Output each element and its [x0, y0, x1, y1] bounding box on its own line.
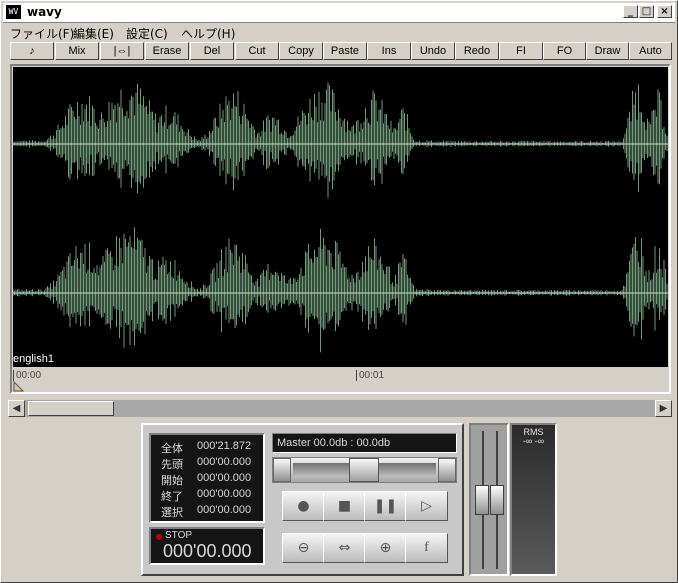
- info-label-start: 開始: [161, 474, 183, 487]
- menu-settings[interactable]: 設定(C): [126, 25, 168, 42]
- time-info-display: 全体 000'21.872 先頭 000'00.000 開始 000'00.00…: [149, 433, 265, 523]
- fade-out-button[interactable]: FO: [543, 42, 586, 60]
- info-label-total: 全体: [161, 442, 183, 455]
- slider-right-end[interactable]: [438, 458, 456, 482]
- paste-button[interactable]: Paste: [323, 42, 367, 60]
- time-mark-start: 00:00: [13, 370, 41, 381]
- note-button[interactable]: ♪: [10, 42, 54, 60]
- scroll-thumb[interactable]: [28, 401, 114, 416]
- status-indicator-icon: [156, 534, 162, 540]
- time-mark-1s: 00:01: [356, 370, 384, 381]
- info-value-selection: 000'00.000: [197, 504, 252, 516]
- minimize-button[interactable]: _: [623, 5, 638, 18]
- delete-button[interactable]: Del: [190, 42, 234, 60]
- window-title: wavy: [27, 5, 62, 19]
- toolbar: ♪ Mix |⇔| Erase Del Cut Copy Paste Ins U…: [10, 42, 672, 61]
- menu-edit[interactable]: 編集(E): [73, 25, 114, 42]
- waveform-view[interactable]: [13, 67, 668, 367]
- info-value-start: 000'00.000: [197, 472, 252, 484]
- transport-buttons-row: ● ■ ❚❚ ▷: [272, 491, 457, 523]
- function-button[interactable]: f: [405, 533, 448, 563]
- menu-bar: ファイル(F) 編集(E) 設定(C) ヘルプ(H): [3, 23, 675, 41]
- menu-help[interactable]: ヘルプ(H): [181, 25, 235, 42]
- info-label-selection: 選択: [161, 506, 183, 519]
- position-counter: STOP 000'00.000: [149, 527, 265, 565]
- scroll-right-icon[interactable]: ▶: [655, 400, 672, 417]
- redo-button[interactable]: Redo: [455, 42, 499, 60]
- mix-button[interactable]: Mix: [55, 42, 99, 60]
- erase-button[interactable]: Erase: [145, 42, 189, 60]
- slider-left-end[interactable]: [273, 458, 291, 482]
- slider-thumb[interactable]: [349, 458, 379, 482]
- fader-knob-left[interactable]: [475, 485, 489, 515]
- info-label-head: 先頭: [161, 458, 183, 471]
- undo-button[interactable]: Undo: [411, 42, 455, 60]
- zoom-buttons-row: ⊖ ⇔ ⊕ f: [272, 533, 457, 565]
- horizontal-scrollbar[interactable]: ◀ ▶: [8, 400, 672, 417]
- fit-view-button[interactable]: ⇔: [323, 533, 366, 563]
- insert-button[interactable]: Ins: [367, 42, 411, 60]
- track-label: english1: [13, 353, 54, 365]
- waveform-channel-left: [13, 82, 668, 198]
- waveform-svg: [13, 82, 668, 353]
- auto-button[interactable]: Auto: [629, 42, 672, 60]
- menu-file[interactable]: ファイル(F): [10, 25, 74, 42]
- info-value-total: 000'21.872: [197, 440, 252, 452]
- cut-button[interactable]: Cut: [235, 42, 279, 60]
- close-button[interactable]: ×: [657, 5, 672, 18]
- draw-button[interactable]: Draw: [586, 42, 629, 60]
- meter-values: -∞ -∞: [522, 436, 545, 446]
- fader-knob-right[interactable]: [490, 485, 504, 515]
- zoom-in-button[interactable]: ⊕: [364, 533, 407, 563]
- title-bar[interactable]: WV wavy _ □ ×: [3, 3, 675, 23]
- rms-meter: RMS -∞ -∞: [510, 423, 557, 576]
- info-label-end: 終了: [161, 490, 183, 503]
- waveform-channel-right: [13, 227, 668, 353]
- info-value-head: 000'00.000: [197, 456, 252, 468]
- play-button[interactable]: ▷: [405, 491, 448, 521]
- pause-button[interactable]: ❚❚: [364, 491, 407, 521]
- maximize-button[interactable]: □: [639, 5, 654, 18]
- master-level-display: Master 00.0db : 00.0db: [272, 433, 457, 453]
- counter-value: 000'00.000: [163, 541, 252, 561]
- scroll-left-icon[interactable]: ◀: [8, 400, 25, 417]
- status-text: STOP: [165, 530, 193, 541]
- fade-in-button[interactable]: FI: [499, 42, 543, 60]
- app-icon: WV: [6, 5, 21, 19]
- copy-button[interactable]: Copy: [279, 42, 323, 60]
- info-value-end: 000'00.000: [197, 488, 252, 500]
- record-button[interactable]: ●: [282, 491, 325, 521]
- position-slider[interactable]: [272, 457, 457, 483]
- zoom-out-button[interactable]: ⊖: [282, 533, 325, 563]
- app-window: WV wavy _ □ × ファイル(F) 編集(E) 設定(C) ヘルプ(H)…: [0, 0, 678, 583]
- playhead-marker-icon[interactable]: [13, 381, 25, 392]
- time-ruler[interactable]: 00:00 00:01: [13, 368, 668, 392]
- stop-button[interactable]: ■: [323, 491, 366, 521]
- fit-button[interactable]: |⇔|: [100, 42, 144, 60]
- volume-fader-panel: [469, 423, 509, 576]
